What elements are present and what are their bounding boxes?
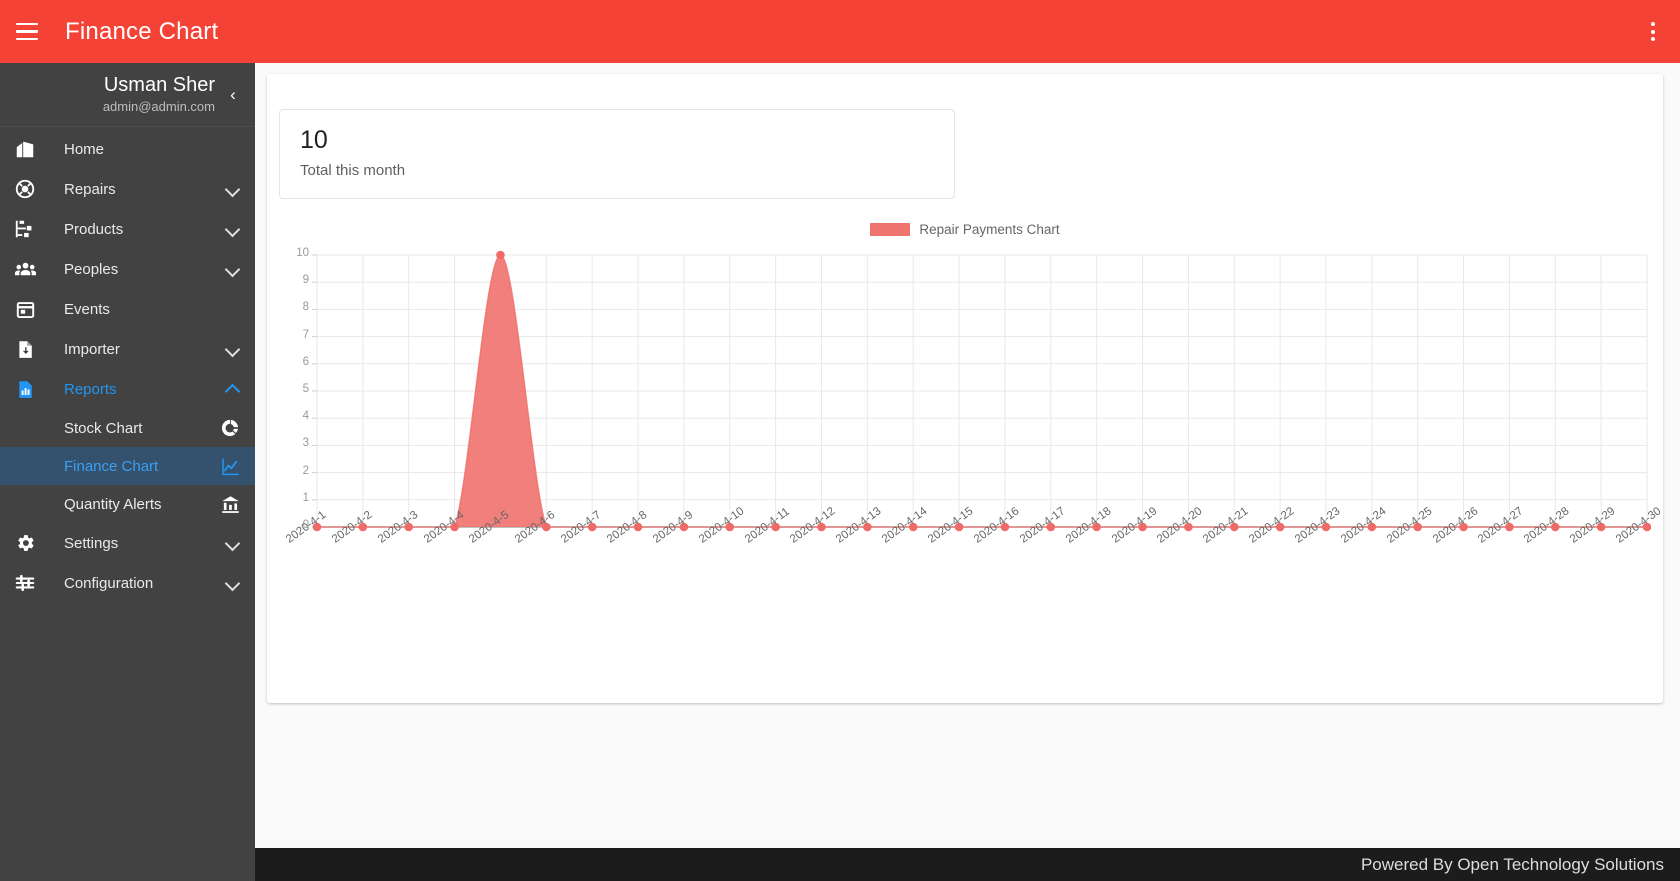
chart-y-tick-label: 9 <box>302 274 309 287</box>
sidebar-nav: Home Repairs Products Peoples Events Imp… <box>0 127 255 603</box>
sidebar-item-settings[interactable]: Settings <box>0 523 255 563</box>
legend-swatch <box>870 222 911 236</box>
chart-plot: 2020-4-1 2020-4-2 2020-4-3 2020-4-4 2020-4-5… <box>279 247 1663 589</box>
user-name: Usman Sher <box>103 74 215 96</box>
user-text: Usman Sher admin@admin.com <box>103 73 223 116</box>
content-card: 10 Total this month Repair Payments Char… <box>267 74 1663 703</box>
chart-y-tick-label: 7 <box>302 328 309 341</box>
footer: Powered By Open Technology Solutions <box>255 848 1680 881</box>
chevron-down-icon[interactable] <box>225 221 241 237</box>
sidebar-subitem-quantity-alerts[interactable]: Quantity Alerts <box>0 485 255 523</box>
chevron-down-icon[interactable] <box>225 575 241 591</box>
sidebar-subitem-label: Stock Chart <box>64 419 143 437</box>
footer-text: Powered By Open Technology Solutions <box>1360 854 1664 874</box>
sidebar-item-configuration[interactable]: Configuration <box>0 563 255 603</box>
stat-value: 10 <box>300 126 328 154</box>
hamburger-bar <box>16 23 38 26</box>
sidebar-item-home[interactable]: Home <box>0 129 255 169</box>
sidebar-subitem-label: Finance Chart <box>64 457 159 475</box>
sidebar-item-peoples[interactable]: Peoples <box>0 249 255 289</box>
chart-y-tick-label: 10 <box>296 247 309 259</box>
sidebar-item-label: Configuration <box>64 574 154 592</box>
sidebar-item-repairs[interactable]: Repairs <box>0 169 255 209</box>
hamburger-icon[interactable] <box>16 23 38 40</box>
kebab-dot <box>1651 29 1655 34</box>
file-import-icon <box>12 337 38 361</box>
chart-y-tick-label: 1 <box>302 491 309 504</box>
app-root: Finance Chart Usman Sher admin@admin.com… <box>0 0 1680 881</box>
finance-chart: Repair Payments Chart 2020-4-1 2020-4-2 20… <box>279 219 1663 589</box>
sidebar-subitem-finance-chart[interactable]: Finance Chart <box>0 447 255 485</box>
chart-y-tick-label: 4 <box>302 410 309 423</box>
donut-chart-icon <box>219 417 241 439</box>
chevron-down-icon[interactable] <box>225 181 241 197</box>
gear-icon <box>12 531 38 555</box>
user-email: admin@admin.com <box>102 99 215 114</box>
page-title: Finance Chart <box>65 17 219 45</box>
chevron-up-icon[interactable] <box>225 381 241 397</box>
chevron-down-icon[interactable] <box>225 535 241 551</box>
people-icon <box>12 257 38 281</box>
chart-y-tick-label: 2 <box>302 464 309 477</box>
chart-y-tick-label: 6 <box>302 355 309 368</box>
sidebar-item-label: Importer <box>64 340 120 358</box>
chart-y-tick-label: 5 <box>302 383 309 395</box>
kebab-dot <box>1651 22 1655 26</box>
sidebar-item-label: Products <box>64 220 124 238</box>
chart-y-tick-label: 0 <box>302 519 309 531</box>
legend-label: Repair Payments Chart <box>919 221 1060 237</box>
stat-label: Total this month <box>300 162 406 179</box>
main-content: 10 Total this month Repair Payments Char… <box>255 63 1680 848</box>
sidebar-item-products[interactable]: Products <box>0 209 255 249</box>
sliders-icon <box>12 571 38 595</box>
kebab-menu-icon[interactable] <box>1640 19 1666 45</box>
hierarchy-icon <box>12 217 38 241</box>
sidebar-item-reports[interactable]: Reports <box>0 369 255 409</box>
chart-y-tick-label: 8 <box>302 301 309 314</box>
sidebar-item-label: Reports <box>64 380 117 398</box>
sidebar-subitem-stock-chart[interactable]: Stock Chart <box>0 409 255 447</box>
sidebar-item-label: Home <box>64 140 105 158</box>
sidebar-item-label: Peoples <box>64 260 119 278</box>
top-bar: Finance Chart <box>0 0 1680 63</box>
kebab-dot <box>1651 37 1655 41</box>
hamburger-bar <box>16 30 38 33</box>
home-icon <box>12 137 38 161</box>
sidebar-item-importer[interactable]: Importer <box>0 329 255 369</box>
sidebar-item-label: Events <box>64 300 110 318</box>
sidebar-subitem-label: Quantity Alerts <box>64 495 162 513</box>
chevron-down-icon[interactable] <box>225 341 241 357</box>
chart-legend[interactable]: Repair Payments Chart <box>279 219 1651 239</box>
stat-card: 10 Total this month <box>279 109 955 199</box>
chevron-down-icon[interactable] <box>225 261 241 277</box>
calendar-icon <box>12 297 38 321</box>
sidebar-item-events[interactable]: Events <box>0 289 255 329</box>
user-block: Usman Sher admin@admin.com ‹ <box>0 63 255 127</box>
sidebar-collapse-icon[interactable]: ‹ <box>223 85 243 105</box>
hamburger-bar <box>16 37 38 40</box>
report-chart-icon <box>12 377 38 401</box>
chart-svg <box>312 250 1651 532</box>
chart-y-tick-label: 3 <box>302 437 309 450</box>
sidebar: Usman Sher admin@admin.com ‹ Home Repair… <box>0 63 255 881</box>
sidebar-item-label: Repairs <box>64 180 116 198</box>
sidebar-item-label: Settings <box>64 534 119 552</box>
line-chart-icon <box>219 455 241 477</box>
bank-chart-icon <box>219 493 241 515</box>
lifebuoy-icon <box>12 177 38 201</box>
